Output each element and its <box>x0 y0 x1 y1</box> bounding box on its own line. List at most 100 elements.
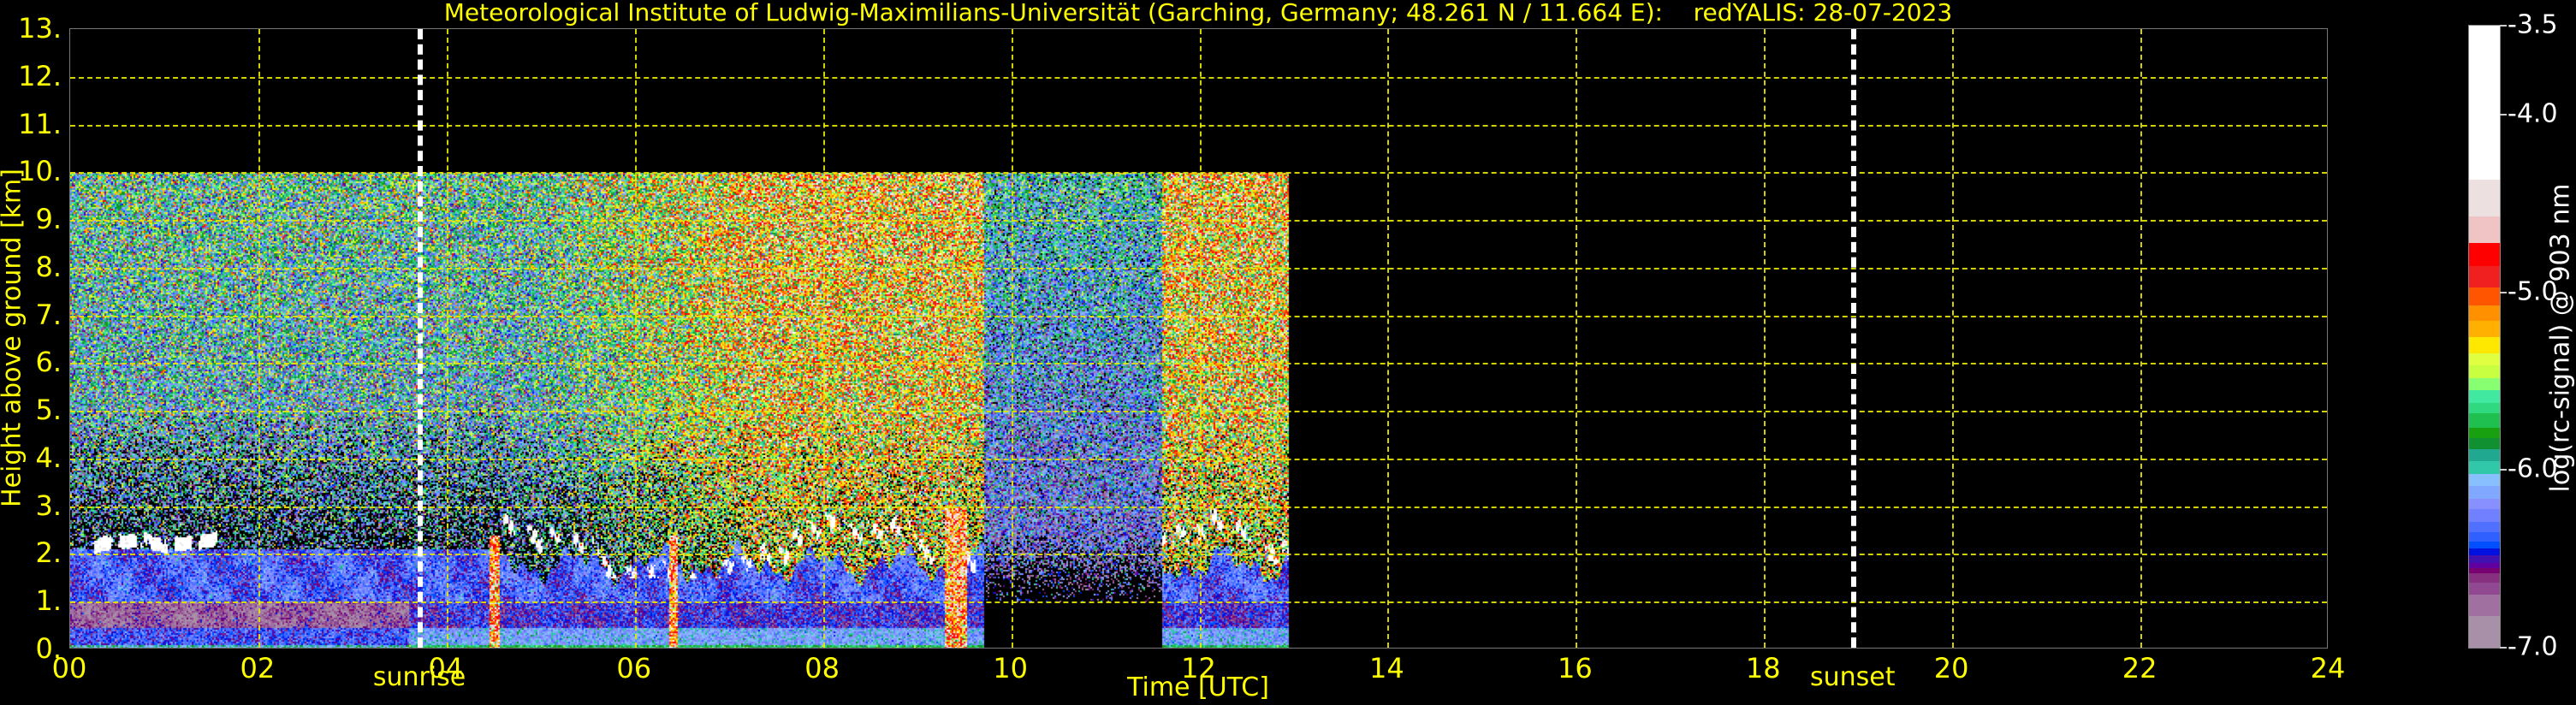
colorbar-segment <box>2469 437 2500 449</box>
y-tick-label: 13. <box>18 12 62 44</box>
y-tick-label: 5. <box>35 394 62 427</box>
colorbar-tick <box>2500 469 2507 471</box>
colorbar-segment <box>2469 548 2500 556</box>
colorbar-tick <box>2500 647 2507 649</box>
colorbar-segment <box>2469 531 2500 542</box>
y-tick-label: 11. <box>18 107 62 140</box>
colorbar-segment <box>2469 364 2500 378</box>
y-gridline <box>70 458 2327 460</box>
x-tick-label: 06 <box>616 652 652 684</box>
chart-title: Meteorological Institute of Ludwig-Maxim… <box>443 0 1953 27</box>
colorbar-segment <box>2469 377 2500 391</box>
colorbar-segment <box>2469 389 2500 403</box>
sunset-label: sunset <box>1809 662 1896 692</box>
colorbar-tick <box>2500 25 2507 27</box>
sunrise-label: sunrise <box>372 662 466 692</box>
y-gridline <box>70 411 2327 413</box>
colorbar-segment <box>2469 582 2500 595</box>
colorbar-segment <box>2469 448 2500 462</box>
colorbar-segment <box>2469 26 2500 181</box>
colorbar-label: log(rc-signal) @ 903 nm <box>2545 183 2576 493</box>
colorbar-segment <box>2469 498 2500 510</box>
colorbar-tick <box>2500 113 2507 116</box>
colorbar-segment <box>2469 242 2500 266</box>
colorbar-segment <box>2469 412 2500 428</box>
y-gridline <box>70 76 2327 79</box>
colorbar-tick-label: -4.0 <box>2508 98 2558 129</box>
colorbar-segment <box>2469 287 2500 305</box>
colorbar-segment <box>2469 541 2500 549</box>
colorbar-segment <box>2469 562 2500 569</box>
plot-area <box>69 28 2328 649</box>
colorbar-segment <box>2469 427 2500 439</box>
sunrise-line <box>418 29 424 648</box>
colorbar-segment <box>2469 572 2500 583</box>
y-tick-label: 2. <box>35 536 62 570</box>
y-axis-label: Height above ground [km] <box>0 169 27 507</box>
colorbar-tick-label: -6.0 <box>2508 453 2558 484</box>
colorbar-segment <box>2469 179 2500 216</box>
y-gridline <box>70 315 2327 317</box>
colorbar <box>2468 25 2501 649</box>
colorbar-segment <box>2469 336 2500 353</box>
colorbar-segment <box>2469 265 2500 287</box>
x-tick-label: 20 <box>1933 652 1969 684</box>
y-tick-label: 9. <box>35 203 62 236</box>
y-tick-label: 4. <box>35 441 62 474</box>
x-tick-label: 24 <box>2310 652 2346 684</box>
x-gridline <box>2140 29 2143 648</box>
colorbar-segment <box>2469 320 2500 337</box>
x-gridline <box>446 29 448 648</box>
x-gridline <box>822 29 825 648</box>
x-gridline <box>1199 29 1202 648</box>
y-tick-label: 1. <box>35 584 62 618</box>
colorbar-tick-label: -3.5 <box>2508 9 2558 40</box>
y-tick-label: 7. <box>35 298 62 331</box>
x-gridline <box>1011 29 1013 648</box>
y-gridline <box>70 267 2327 270</box>
y-gridline <box>70 554 2327 556</box>
x-gridline <box>1387 29 1390 648</box>
y-gridline <box>70 172 2327 175</box>
colorbar-tick-label: -7.0 <box>2508 631 2558 662</box>
x-gridline <box>634 29 637 648</box>
x-gridline <box>258 29 260 648</box>
colorbar-tick-label: -5.0 <box>2508 276 2558 307</box>
colorbar-segment <box>2469 485 2500 499</box>
colorbar-segment <box>2469 305 2500 322</box>
x-tick-label: 14 <box>1369 652 1404 684</box>
y-gridline <box>70 220 2327 222</box>
y-tick-label: 3. <box>35 489 62 522</box>
x-tick-label: 00 <box>51 652 87 684</box>
colorbar-tick <box>2500 291 2507 293</box>
y-gridline <box>70 124 2327 127</box>
colorbar-segment <box>2469 554 2500 563</box>
y-tick-label: 8. <box>35 250 62 283</box>
colorbar-segment <box>2469 460 2500 474</box>
sunset-line <box>1850 29 1856 648</box>
x-tick-label: 12 <box>1181 652 1216 684</box>
colorbar-segment <box>2469 594 2500 617</box>
colorbar-segment <box>2469 567 2500 574</box>
y-gridline <box>70 601 2327 604</box>
x-gridline <box>1952 29 1955 648</box>
colorbar-segment <box>2469 521 2500 533</box>
x-tick-label: 02 <box>240 652 276 684</box>
colorbar-segment <box>2469 216 2500 243</box>
x-tick-label: 16 <box>1557 652 1593 684</box>
colorbar-segment <box>2469 615 2500 649</box>
colorbar-segment <box>2469 402 2500 414</box>
x-gridline <box>1576 29 1578 648</box>
y-tick-label: 10. <box>18 155 62 188</box>
y-tick-label: 12. <box>18 59 62 92</box>
y-tick-label: 6. <box>35 346 62 379</box>
x-gridline <box>1764 29 1766 648</box>
colorbar-segment <box>2469 508 2500 522</box>
x-tick-label: 22 <box>2122 652 2158 684</box>
colorbar-segment <box>2469 352 2500 366</box>
colorbar-segment <box>2469 473 2500 487</box>
x-tick-label: 18 <box>1745 652 1781 684</box>
y-gridline <box>70 506 2327 508</box>
x-tick-label: 08 <box>804 652 840 684</box>
y-gridline <box>70 363 2327 365</box>
